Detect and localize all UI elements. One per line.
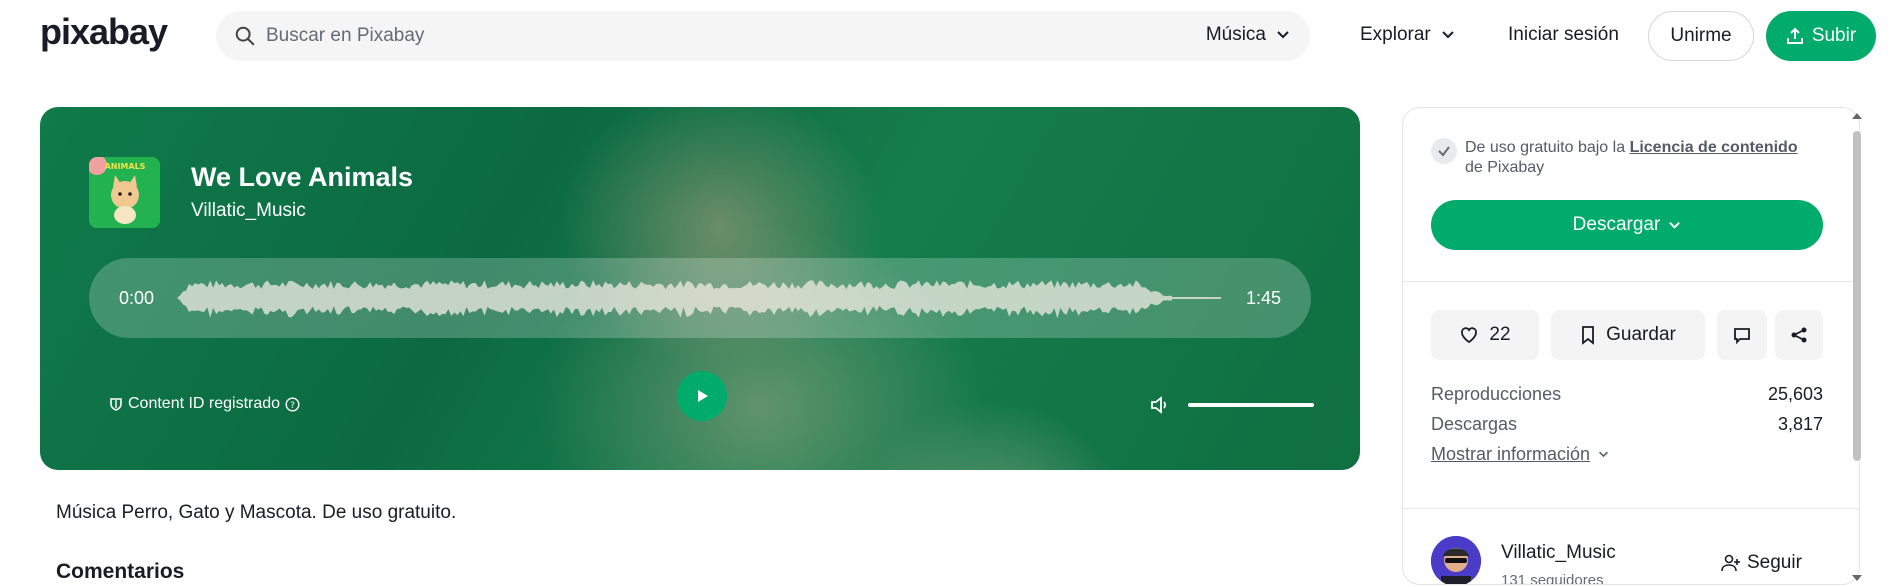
add-user-icon <box>1721 554 1740 572</box>
join-button[interactable]: Unirme <box>1648 11 1754 61</box>
explore-label: Explorar <box>1360 24 1431 45</box>
play-icon <box>698 390 708 402</box>
stat-label: Reproducciones <box>1431 384 1562 404</box>
upload-icon <box>1786 27 1803 44</box>
volume-slider[interactable] <box>1188 403 1314 407</box>
upload-label: Subir <box>1811 25 1857 46</box>
comments-heading: Comentarios <box>56 560 185 583</box>
play-button[interactable] <box>677 371 727 421</box>
bookmark-icon <box>1582 326 1595 345</box>
license-link[interactable]: Licencia de contenido <box>1630 139 1798 156</box>
license-suffix: de Pixabay <box>1465 159 1545 176</box>
stat-value: 25,603 <box>1767 384 1823 404</box>
show-more-info-label: Mostrar información <box>1431 444 1591 464</box>
license-notice: De uso gratuito bajo la Licencia de cont… <box>1431 138 1798 178</box>
volume-icon[interactable] <box>1149 394 1171 416</box>
search-bar[interactable]: Música <box>216 11 1310 61</box>
current-time: 0:00 <box>119 288 155 308</box>
download-button[interactable]: Descargar <box>1431 200 1823 250</box>
heart-icon <box>1461 327 1478 344</box>
author-profile: Villatic_Music 131 seguidores Seguir <box>1431 532 1851 585</box>
track-cover-image: ANIMALS <box>89 157 160 228</box>
upload-button[interactable]: Subir <box>1766 11 1876 61</box>
follow-label: Seguir <box>1747 552 1802 573</box>
search-category-select[interactable]: Música <box>1206 24 1290 46</box>
shield-icon <box>110 398 122 411</box>
share-icon <box>1791 327 1807 343</box>
chevron-down-icon <box>1599 451 1609 458</box>
track-artist[interactable]: Villatic_Music <box>191 200 306 222</box>
avatar[interactable] <box>1431 536 1481 584</box>
download-sidebar: De uso gratuito bajo la Licencia de cont… <box>1402 107 1860 585</box>
save-label: Guardar <box>1606 324 1676 345</box>
stats-list: Reproducciones 25,603 Descargas 3,817 Mo… <box>1431 384 1823 465</box>
track-description: Música Perro, Gato y Mascota. De uso gra… <box>56 502 457 523</box>
show-more-info-link[interactable]: Mostrar información <box>1431 444 1823 465</box>
search-icon <box>235 26 255 46</box>
explore-menu[interactable]: Explorar <box>1360 24 1455 46</box>
stat-row: Descargas 3,817 <box>1431 414 1823 444</box>
chevron-down-icon <box>1277 31 1289 39</box>
save-button[interactable]: Guardar <box>1551 310 1705 360</box>
chevron-down-icon <box>1442 31 1454 39</box>
license-prefix: De uso gratuito bajo la <box>1465 139 1626 156</box>
scroll-up-icon[interactable] <box>1851 111 1863 121</box>
share-button[interactable] <box>1775 310 1823 360</box>
stat-label: Descargas <box>1431 414 1518 434</box>
help-circle-icon[interactable]: ? <box>285 396 300 412</box>
stat-value: 3,817 <box>1777 414 1823 434</box>
waveform[interactable] <box>177 276 1221 320</box>
content-id-badge[interactable]: Content ID registrado ? <box>109 395 300 413</box>
track-title: We Love Animals <box>191 162 414 192</box>
follower-count: 131 seguidores <box>1501 572 1604 585</box>
login-link[interactable]: Iniciar sesión <box>1508 24 1619 46</box>
content-id-label: Content ID registrado <box>128 395 281 412</box>
chevron-down-icon <box>1669 221 1681 229</box>
download-label: Descargar <box>1572 214 1661 235</box>
check-icon <box>1431 138 1457 164</box>
cover-label: ANIMALS <box>105 162 146 171</box>
divider <box>1403 508 1859 509</box>
sidebar-scrollbar[interactable] <box>1851 111 1863 583</box>
follow-button[interactable]: Seguir <box>1721 552 1802 574</box>
stat-row: Reproducciones 25,603 <box>1431 384 1823 414</box>
svg-text:?: ? <box>290 401 295 411</box>
search-input[interactable] <box>266 19 966 53</box>
divider <box>1403 281 1859 282</box>
total-time: 1:45 <box>1245 288 1281 308</box>
scrollbar-thumb[interactable] <box>1853 131 1861 461</box>
like-button[interactable]: 22 <box>1431 310 1539 360</box>
author-name[interactable]: Villatic_Music <box>1501 542 1616 564</box>
comment-icon <box>1734 328 1750 344</box>
logo-text: pixabay <box>40 14 168 52</box>
waveform-bar[interactable]: 0:00 1:45 <box>89 258 1311 338</box>
pixabay-logo[interactable]: pixabay <box>40 11 188 60</box>
audio-player: ANIMALS We Love Animals Villatic_Music 0… <box>40 107 1360 470</box>
search-category-label: Música <box>1205 24 1266 45</box>
comment-button[interactable] <box>1717 310 1767 360</box>
like-count: 22 <box>1489 324 1511 345</box>
scroll-down-icon[interactable] <box>1851 573 1863 583</box>
